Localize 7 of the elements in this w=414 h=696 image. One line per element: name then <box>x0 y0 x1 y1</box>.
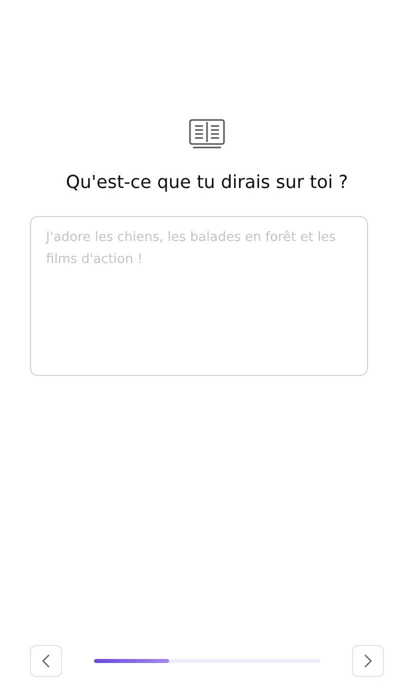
chevron-left-icon <box>42 654 50 668</box>
answer-field[interactable]: J'adore les chiens, les balades en forêt et les films d'action ! <box>30 216 368 376</box>
previous-button[interactable] <box>30 645 62 677</box>
chevron-right-icon <box>364 654 372 668</box>
next-button[interactable] <box>352 645 384 677</box>
book-icon <box>189 119 225 149</box>
question-title: Qu'est-ce que tu dirais sur toi ? <box>64 171 350 195</box>
